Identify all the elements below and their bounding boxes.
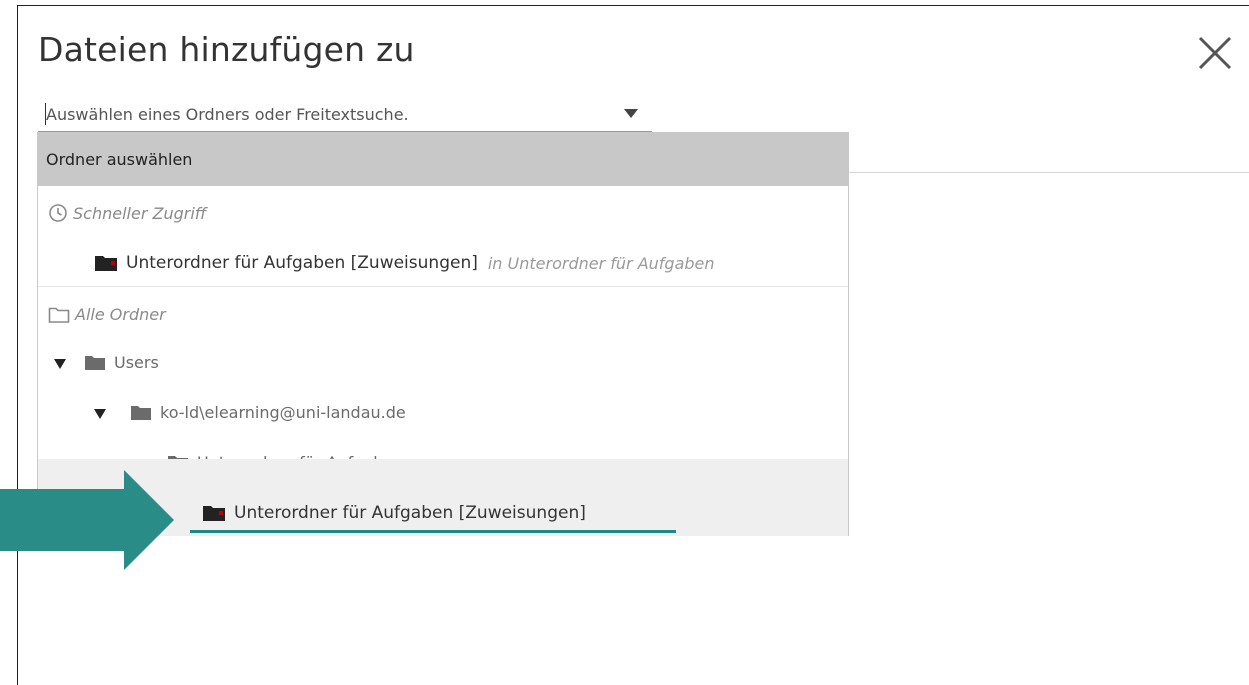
text-cursor	[45, 103, 46, 125]
header-divider	[849, 172, 1249, 173]
folder-combobox[interactable]	[38, 96, 652, 132]
selection-underline	[190, 530, 676, 533]
chevron-down-icon[interactable]	[624, 109, 638, 118]
annotation-arrow-icon	[0, 470, 174, 570]
folder-outline-icon	[48, 306, 70, 324]
folder-icon	[84, 354, 106, 371]
clock-icon	[48, 203, 68, 223]
folder-search-input[interactable]	[44, 100, 606, 128]
quick-access-item[interactable]: Unterordner für Aufgaben [Zuweisungen] i…	[94, 253, 715, 273]
quick-access-label: Schneller Zugriff	[48, 203, 206, 223]
close-button[interactable]	[1196, 34, 1236, 74]
dialog-title: Dateien hinzufügen zu	[38, 30, 415, 69]
tree-item-assignment-folder[interactable]: Unterordner für Aufgaben [Zuweisungen]	[202, 503, 586, 523]
tree-item-users[interactable]: Users	[84, 353, 159, 372]
close-icon	[1198, 36, 1232, 70]
folder-assignment-icon	[94, 254, 118, 272]
expand-toggle-icon[interactable]	[94, 409, 106, 419]
expand-toggle-icon[interactable]	[54, 359, 66, 369]
tree-item-user-folder[interactable]: ko-ld\elearning@uni-landau.de	[130, 403, 406, 422]
all-folders-label: Alle Ordner	[48, 305, 166, 324]
dropdown-header: Ordner auswählen	[38, 133, 848, 186]
folder-icon	[130, 404, 152, 421]
section-separator	[38, 286, 848, 287]
